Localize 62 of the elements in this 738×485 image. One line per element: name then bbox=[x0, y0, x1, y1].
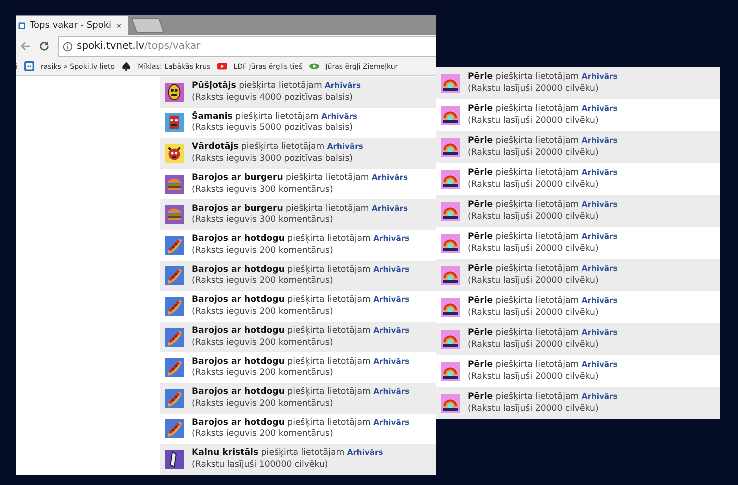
shell-icon bbox=[441, 138, 460, 156]
shell-icon bbox=[441, 298, 460, 316]
shell-icon bbox=[441, 202, 460, 220]
award-detail: (Rakstu lasījuši 20000 cilvēku) bbox=[468, 148, 600, 159]
play-icon bbox=[216, 61, 228, 72]
award-detail: (Raksts ieguvis 200 komentārus) bbox=[192, 246, 334, 258]
tab-title: Tops vakar - Spoki bbox=[30, 20, 112, 30]
award-detail: (Rakstu lasījuši 20000 cilvēku) bbox=[468, 404, 600, 415]
spade-icon bbox=[121, 61, 132, 72]
hotdog-icon bbox=[165, 266, 184, 286]
favicon-icon bbox=[18, 20, 26, 30]
burger-icon bbox=[165, 174, 184, 194]
award-detail: (Rakstu lasījuši 100000 cilvēku) bbox=[192, 460, 330, 472]
award-detail: (Rakstu lasījuši 20000 cilvēku) bbox=[468, 340, 600, 351]
award-detail: (Raksts ieguvis 200 komentārus) bbox=[192, 398, 334, 410]
shell-icon bbox=[441, 74, 460, 92]
burger-icon bbox=[165, 205, 184, 224]
new-tab-button[interactable] bbox=[131, 18, 165, 33]
shell-icon bbox=[441, 362, 460, 380]
award-detail: (Rakstu lasījuši 20000 cilvēku) bbox=[468, 276, 600, 287]
award-detail: (Raksts ieguvis 4000 pozitīvas balsis) bbox=[192, 92, 354, 104]
mask-icon bbox=[165, 113, 184, 132]
back-arrow-icon[interactable] bbox=[20, 41, 31, 52]
shell-icon bbox=[441, 170, 460, 188]
url-path: /tops/vakar bbox=[144, 41, 201, 52]
crystal-icon bbox=[165, 450, 184, 469]
close-icon[interactable] bbox=[116, 22, 122, 30]
hotdog-icon bbox=[165, 358, 184, 378]
award-detail: (Raksts ieguvis 200 komentārus) bbox=[192, 306, 334, 318]
browser-tab[interactable]: Tops vakar - Spoki bbox=[16, 16, 128, 35]
award-detail: (Rakstu lasījuši 20000 cilvēku) bbox=[468, 372, 600, 383]
award-detail: (Raksts ieguvis 200 komentārus) bbox=[192, 276, 334, 288]
hotdog-icon bbox=[165, 296, 184, 316]
award-detail: (Raksts ieguvis 200 komentārus) bbox=[192, 368, 334, 380]
award-detail: (Rakstu lasījuši 20000 cilvēku) bbox=[468, 180, 600, 191]
shell-icon bbox=[441, 394, 460, 412]
shell-icon bbox=[441, 234, 460, 252]
award-detail: (Rakstu lasījuši 20000 cilvēku) bbox=[468, 308, 600, 319]
award-detail: (Rakstu lasījuši 20000 cilvēku) bbox=[468, 116, 600, 127]
award-detail: (Raksts ieguvis 300 komentārus) bbox=[192, 215, 334, 227]
mask-icon bbox=[165, 144, 184, 163]
address-field[interactable]: spoki.tvnet.lv/tops/vakar bbox=[58, 36, 436, 57]
award-detail: (Rakstu lasījuši 20000 cilvēku) bbox=[468, 212, 600, 223]
hotdog-icon bbox=[165, 236, 184, 255]
shell-icon bbox=[441, 266, 460, 284]
shell-icon bbox=[441, 330, 460, 348]
mask-icon bbox=[165, 82, 184, 102]
award-detail: (Rakstu lasījuši 20000 cilvēku) bbox=[468, 84, 600, 95]
reload-icon[interactable] bbox=[39, 41, 50, 52]
award-detail: (Rakstu lasījuši 20000 cilvēku) bbox=[468, 244, 600, 255]
hotdog-icon bbox=[165, 328, 184, 347]
award-detail: (Raksts ieguvis 3000 pozitīvas balsis) bbox=[192, 154, 354, 166]
award-detail: (Raksts ieguvis 5000 pozitīvas balsis) bbox=[192, 123, 354, 135]
eye-icon bbox=[308, 61, 320, 72]
shell-icon bbox=[441, 106, 460, 124]
info-icon[interactable] bbox=[63, 42, 73, 52]
hotdog-icon bbox=[165, 388, 184, 408]
hotdog-icon bbox=[165, 419, 184, 438]
url-host: spoki.tvnet.lv bbox=[77, 41, 145, 52]
award-detail: (Raksts ieguvis 300 komentārus) bbox=[192, 184, 334, 196]
award-detail: (Raksts ieguvis 200 komentārus) bbox=[192, 338, 334, 350]
award-detail: (Raksts ieguvis 200 komentārus) bbox=[192, 429, 334, 441]
